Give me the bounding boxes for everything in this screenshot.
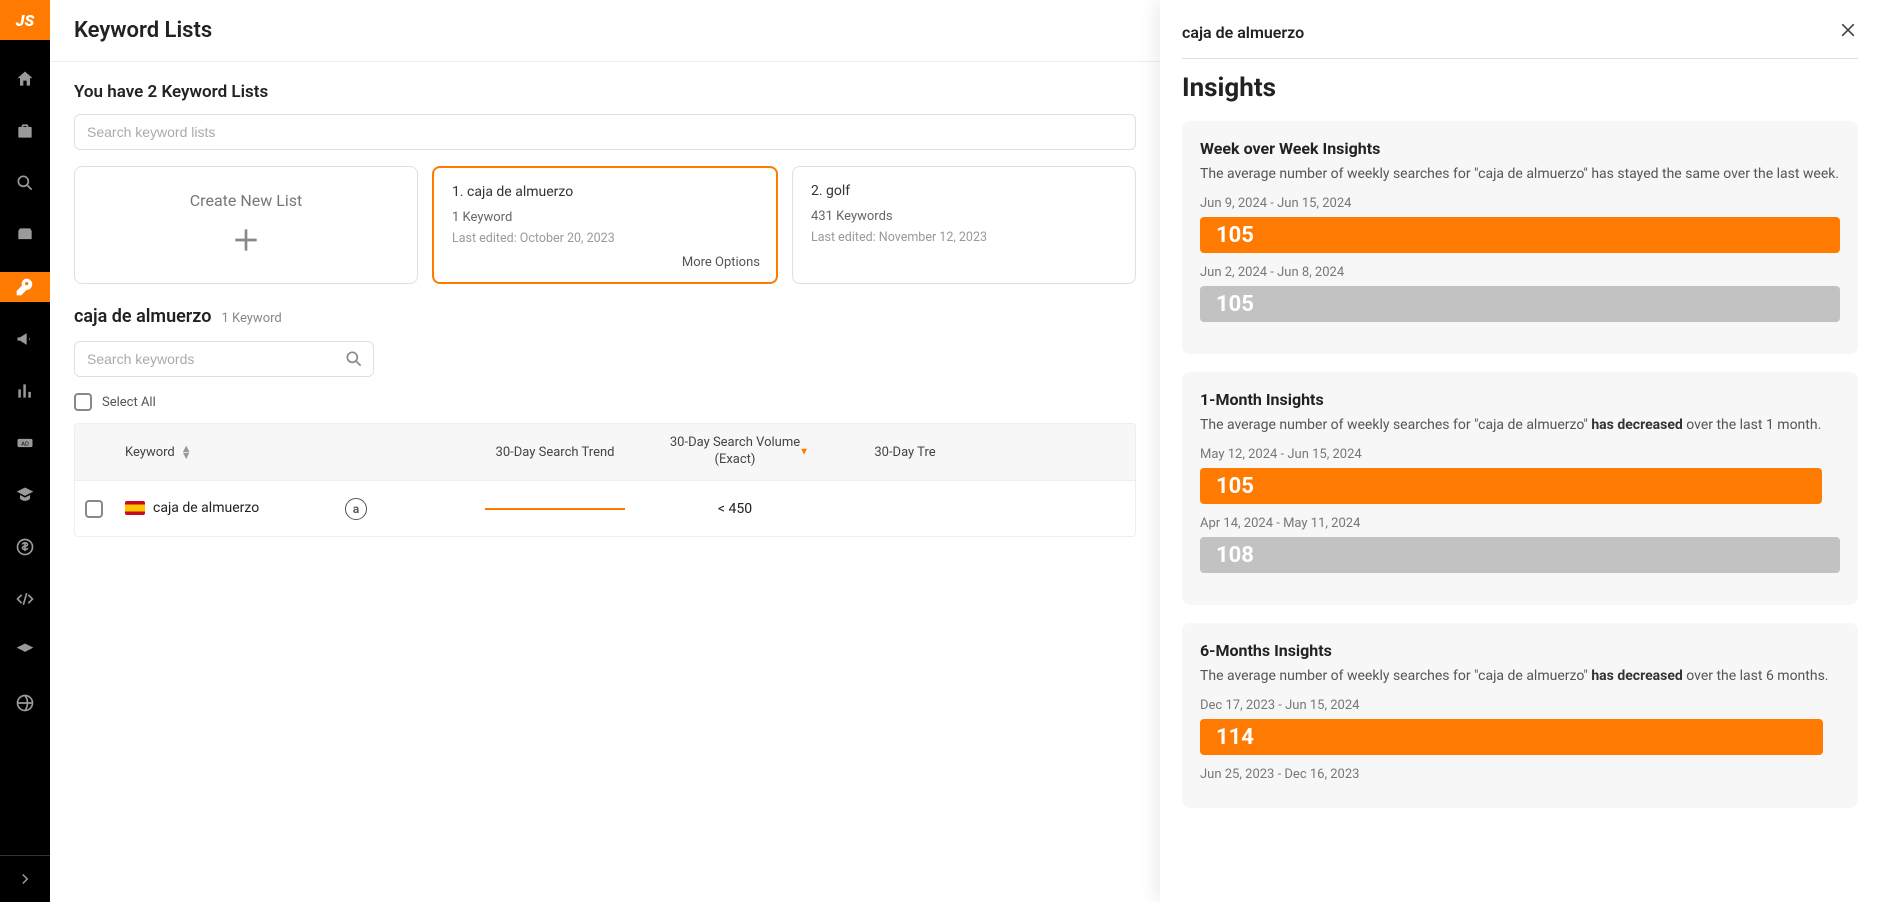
list-card-count: 1 Keyword (452, 210, 758, 225)
create-list-card[interactable]: Create New List (74, 166, 418, 284)
plus-icon (230, 224, 262, 260)
app-logo: JS (0, 0, 50, 40)
search-icon (344, 349, 364, 373)
insight-body: The average number of weekly searches fo… (1200, 166, 1840, 182)
more-options-link[interactable]: More Options (682, 255, 760, 270)
svg-text:AD: AD (21, 442, 29, 448)
lists-subhead: You have 2 Keyword Lists (74, 82, 1136, 102)
sort-indicator-icon: ▲▼ (181, 445, 192, 459)
create-list-label: Create New List (190, 191, 302, 210)
sort-desc-icon: ▼ (799, 446, 809, 459)
table-row: caja de almuerzo a < 450 (75, 480, 1135, 536)
insight-head: 1-Month Insights (1200, 390, 1840, 409)
insight-bar-previous: 105 (1200, 286, 1840, 322)
insight-bar-current: 105 (1200, 217, 1840, 253)
nav-briefcase[interactable] (0, 116, 50, 146)
keyword-list-card-2[interactable]: 2. golf 431 Keywords Last edited: Novemb… (792, 166, 1136, 284)
keyword-text: caja de almuerzo (153, 500, 259, 517)
selected-list-count: 1 Keyword (221, 311, 281, 326)
insight-card: 1-Month Insights The average number of we… (1182, 372, 1858, 605)
nav-learn[interactable] (0, 636, 50, 666)
date-range: Jun 9, 2024 - Jun 15, 2024 (1200, 196, 1840, 211)
list-card-edited: Last edited: November 12, 2023 (811, 230, 1117, 245)
volume-value: < 450 (655, 493, 815, 525)
select-all-checkbox[interactable] (74, 393, 92, 411)
nav-megaphone[interactable] (0, 324, 50, 354)
insight-bar-previous: 108 (1200, 537, 1840, 573)
nav-browser[interactable] (0, 688, 50, 718)
nav-home[interactable] (0, 64, 50, 94)
column-keyword[interactable]: Keyword ▲▼ (115, 437, 335, 468)
date-range: Jun 2, 2024 - Jun 8, 2024 (1200, 265, 1840, 280)
insight-head: 6-Months Insights (1200, 641, 1840, 660)
sidebar-expand[interactable] (0, 855, 50, 902)
nav-analytics[interactable] (0, 376, 50, 406)
nav-ads[interactable]: AD (0, 428, 50, 458)
date-range: Dec 17, 2023 - Jun 15, 2024 (1200, 698, 1840, 713)
insight-bar-current: 105 (1200, 468, 1822, 504)
panel-keyword: caja de almuerzo (1182, 23, 1304, 42)
nav-keyword[interactable] (0, 272, 50, 302)
list-card-title: 2. golf (811, 183, 1117, 199)
list-card-edited: Last edited: October 20, 2023 (452, 231, 758, 246)
nav-search[interactable] (0, 168, 50, 198)
left-sidebar: JS AD (0, 0, 50, 902)
nav-api[interactable] (0, 584, 50, 614)
date-range: Jun 25, 2023 - Dec 16, 2023 (1200, 767, 1840, 782)
trend-sparkline (485, 508, 625, 510)
date-range: Apr 14, 2024 - May 11, 2024 (1200, 516, 1840, 531)
keyword-table: Keyword ▲▼ 30-Day Search Trend 30-Day Se… (74, 423, 1136, 537)
list-card-title: 1. caja de almuerzo (452, 184, 758, 200)
insight-card: 6-Months Insights The average number of w… (1182, 623, 1858, 808)
keyword-list-card-1[interactable]: 1. caja de almuerzo 1 Keyword Last edite… (432, 166, 778, 284)
close-icon[interactable] (1838, 20, 1858, 44)
insight-head: Week over Week Insights (1200, 139, 1840, 158)
spain-flag-icon (125, 501, 145, 515)
insight-body: The average number of weekly searches fo… (1200, 668, 1840, 684)
insight-bar-current: 114 (1200, 719, 1823, 755)
column-30day-volume[interactable]: 30-Day Search Volume (Exact) ▼ (655, 427, 815, 477)
amazon-icon[interactable]: a (345, 498, 367, 520)
row-checkbox[interactable] (85, 500, 103, 518)
page-title: Keyword Lists (50, 0, 1160, 62)
select-all-label: Select All (102, 395, 156, 410)
search-lists-input[interactable] (74, 114, 1136, 150)
insight-body: The average number of weekly searches fo… (1200, 417, 1840, 433)
insights-panel: caja de almuerzo Insights Week over Week… (1160, 0, 1880, 902)
nav-product[interactable] (0, 220, 50, 250)
date-range: May 12, 2024 - Jun 15, 2024 (1200, 447, 1840, 462)
nav-money[interactable] (0, 532, 50, 562)
column-30day-trend-b[interactable]: 30-Day Tre (815, 437, 995, 468)
list-card-count: 431 Keywords (811, 209, 1117, 224)
nav-academy[interactable] (0, 480, 50, 510)
insights-title: Insights (1182, 73, 1858, 103)
selected-list-title: caja de almuerzo (74, 306, 211, 327)
column-30day-trend[interactable]: 30-Day Search Trend (455, 437, 655, 468)
insight-card: Week over Week Insights The average numbe… (1182, 121, 1858, 354)
search-keywords-input[interactable] (74, 341, 374, 377)
